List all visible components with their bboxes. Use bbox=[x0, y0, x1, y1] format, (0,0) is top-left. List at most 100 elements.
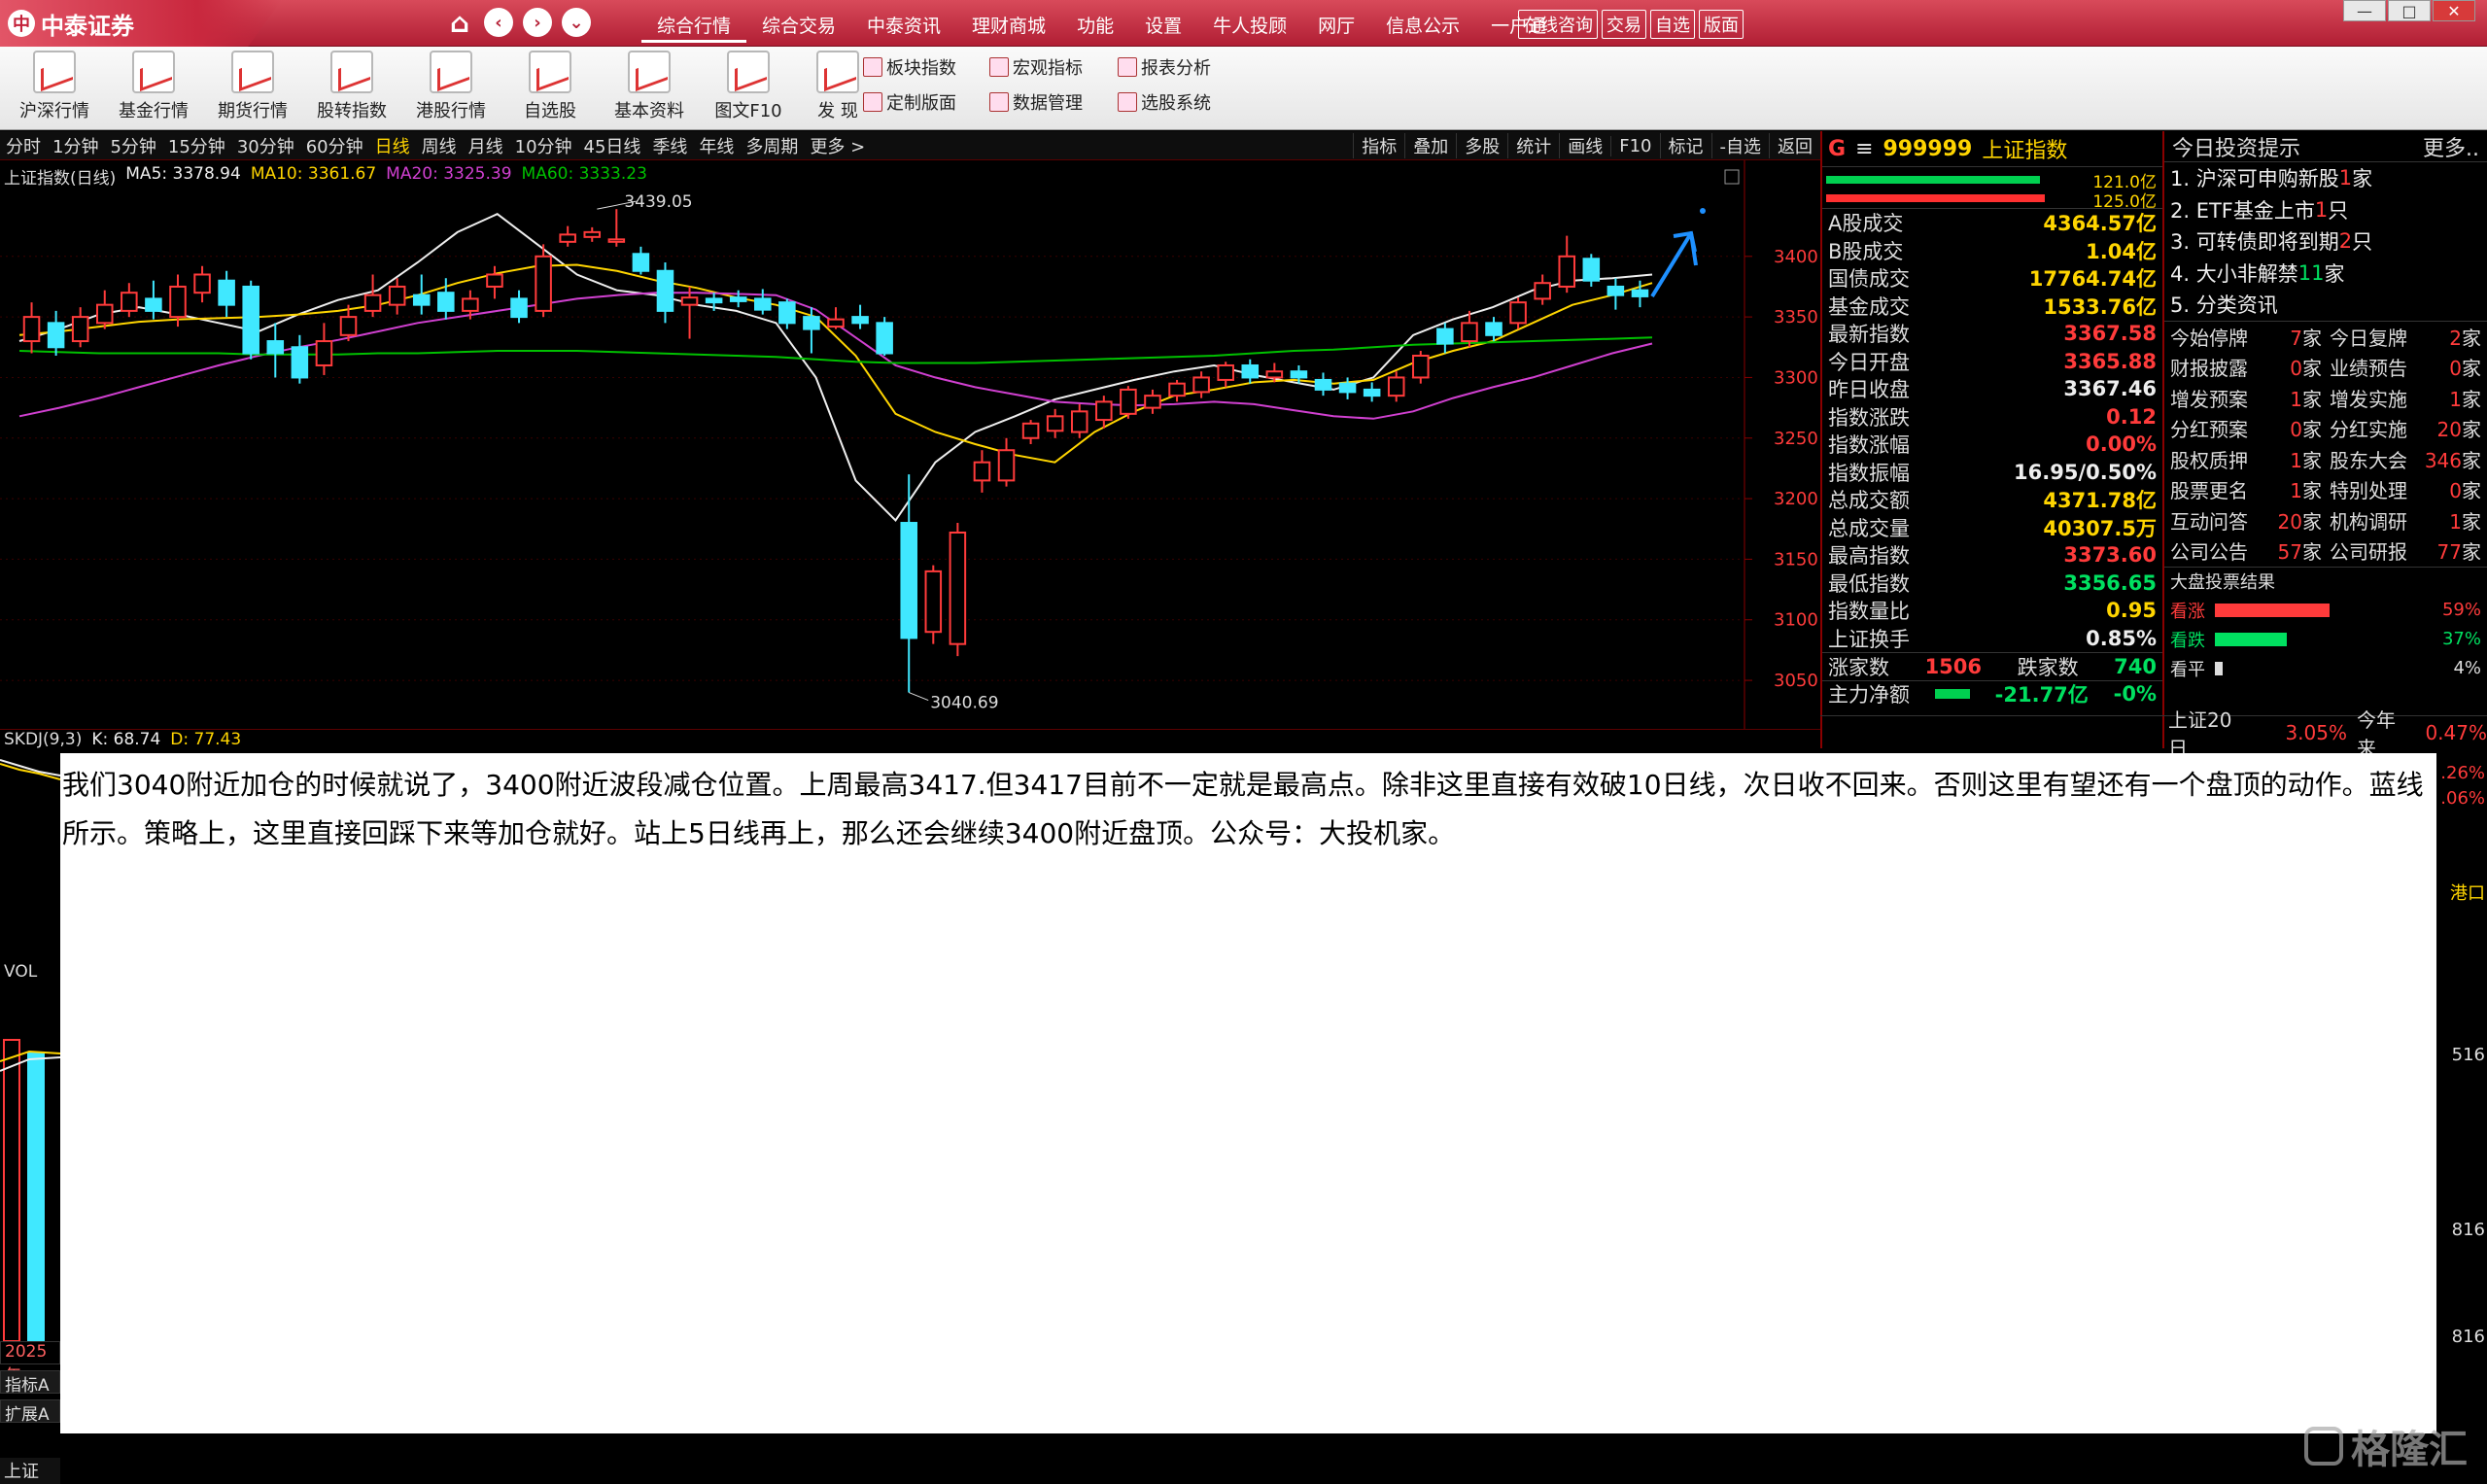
bottom-tab[interactable]: 上证 bbox=[0, 1458, 60, 1484]
chart-tool-7[interactable]: -自选 bbox=[1710, 133, 1770, 158]
side-button-2[interactable]: 扩展A bbox=[0, 1399, 60, 1425]
kline-chart[interactable]: 3400 3350 3300 3250 3200 3150 3100 3050 3439.05 3… bbox=[0, 160, 1820, 729]
chart-tool-3[interactable]: 统计 bbox=[1507, 133, 1559, 158]
tip-item-4[interactable]: 5. 分类资讯 bbox=[2164, 289, 2487, 321]
menu-item-5[interactable]: 设置 bbox=[1129, 10, 1197, 43]
chart-tool-1[interactable]: 叠加 bbox=[1404, 133, 1456, 158]
period-tab-14[interactable]: 更多 > bbox=[804, 133, 871, 158]
period-tab-0[interactable]: 分时 bbox=[0, 133, 47, 158]
maximize-icon[interactable]: □ bbox=[2388, 0, 2431, 21]
toolbar-button-1[interactable]: 基金行情 bbox=[107, 51, 200, 126]
menu-item-4[interactable]: 功能 bbox=[1061, 10, 1129, 43]
title-button-3[interactable]: 版面 bbox=[1699, 10, 1744, 39]
toolbar-button-6[interactable]: 基本资料 bbox=[603, 51, 696, 126]
vote-label: 看涨 bbox=[2170, 601, 2205, 622]
tips-more-link[interactable]: 更多.. bbox=[2423, 131, 2479, 162]
watermark-text: 格隆汇 bbox=[2351, 1428, 2468, 1472]
quote-label: 今日开盘 bbox=[1828, 350, 1910, 374]
vote-label: 看跌 bbox=[2170, 630, 2205, 651]
minimize-icon[interactable]: — bbox=[2343, 0, 2386, 21]
period-tab-6[interactable]: 日线 bbox=[369, 133, 416, 158]
home-icon[interactable]: ⌂ bbox=[445, 7, 474, 39]
side-button-1[interactable]: 指标A bbox=[0, 1370, 60, 1396]
period-tab-2[interactable]: 5分钟 bbox=[104, 133, 161, 158]
toolbar-small-label: 定制版面 bbox=[886, 93, 956, 114]
chart-tool-5[interactable]: F10 bbox=[1610, 135, 1659, 156]
event-value: 20家 bbox=[2278, 506, 2322, 535]
menu-item-8[interactable]: 信息公示 bbox=[1370, 10, 1475, 43]
tip-item-1[interactable]: 2. ETF基金上市 1 只 bbox=[2164, 194, 2487, 226]
event-cell[interactable]: 互动问答 20家 bbox=[2166, 506, 2326, 535]
period-tab-7[interactable]: 周线 bbox=[416, 133, 463, 158]
chart-tool-2[interactable]: 多股 bbox=[1456, 133, 1507, 158]
event-cell[interactable]: 股票更名 1家 bbox=[2166, 475, 2326, 503]
toolbar-small-3[interactable]: 定制版面 bbox=[863, 89, 956, 115]
fall-count: 740 bbox=[2114, 654, 2157, 678]
chevron-down-icon[interactable]: ⌄ bbox=[562, 8, 591, 37]
period-tab-5[interactable]: 60分钟 bbox=[300, 133, 369, 158]
title-button-0[interactable]: 在线咨询 bbox=[1518, 10, 1598, 39]
title-button-2[interactable]: 自选 bbox=[1650, 10, 1695, 39]
chart-tool-0[interactable]: 指标 bbox=[1353, 133, 1404, 158]
quote-label: 最新指数 bbox=[1828, 323, 1910, 347]
event-cell[interactable]: 股权质押 1家 bbox=[2166, 445, 2326, 473]
tip-item-0[interactable]: 1. 沪深可申购新股 1家 bbox=[2164, 162, 2487, 194]
event-cell[interactable]: 股东大会 346家 bbox=[2326, 445, 2485, 473]
toolbar-small-0[interactable]: 板块指数 bbox=[863, 54, 956, 80]
event-cell[interactable]: 增发实施 1家 bbox=[2326, 384, 2485, 412]
chart-tool-6[interactable]: 标记 bbox=[1659, 133, 1711, 158]
toolbar-small-icon bbox=[863, 57, 882, 77]
menu-item-6[interactable]: 牛人投顾 bbox=[1197, 10, 1302, 43]
event-cell[interactable]: 分红预案 0家 bbox=[2166, 414, 2326, 442]
chart-tool-4[interactable]: 画线 bbox=[1559, 133, 1610, 158]
toolbar-small-1[interactable]: 宏观指标 bbox=[989, 54, 1083, 80]
event-cell[interactable]: 今日复牌 2家 bbox=[2326, 323, 2485, 351]
event-cell[interactable]: 公司研报 77家 bbox=[2326, 536, 2485, 565]
period-tab-8[interactable]: 月线 bbox=[463, 133, 509, 158]
event-cell[interactable]: 财报披露 0家 bbox=[2166, 353, 2326, 381]
menu-item-1[interactable]: 综合交易 bbox=[746, 10, 851, 43]
event-cell[interactable]: 公司公告 57家 bbox=[2166, 536, 2326, 565]
event-cell[interactable]: 今始停牌 7家 bbox=[2166, 323, 2326, 351]
menu-item-2[interactable]: 中泰资讯 bbox=[851, 10, 956, 43]
period-tab-3[interactable]: 15分钟 bbox=[162, 133, 231, 158]
menu-item-3[interactable]: 理财商城 bbox=[956, 10, 1061, 43]
period-tab-1[interactable]: 1分钟 bbox=[47, 133, 104, 158]
event-cell[interactable]: 机构调研 1家 bbox=[2326, 506, 2485, 535]
toolbar-button-2[interactable]: 期货行情 bbox=[206, 51, 299, 126]
period-tab-4[interactable]: 30分钟 bbox=[231, 133, 300, 158]
event-cell[interactable]: 分红实施 20家 bbox=[2326, 414, 2485, 442]
menu-icon[interactable]: ≡ bbox=[1855, 137, 1873, 161]
chart-tool-8[interactable]: 返回 bbox=[1769, 133, 1820, 158]
menu-item-0[interactable]: 综合行情 bbox=[641, 10, 747, 43]
forward-icon[interactable]: › bbox=[523, 8, 552, 37]
toolbar-button-0[interactable]: 沪深行情 bbox=[8, 51, 101, 126]
event-cell[interactable]: 特别处理 0家 bbox=[2326, 475, 2485, 503]
period-tab-10[interactable]: 45日线 bbox=[578, 133, 647, 158]
toolbar-button-5[interactable]: 自选股 bbox=[503, 51, 597, 126]
tip-item-3[interactable]: 4. 大小非解禁 11 家 bbox=[2164, 258, 2487, 290]
app-logo: 中 中泰证券 bbox=[8, 6, 134, 41]
candle-body bbox=[973, 461, 991, 482]
tip-item-2[interactable]: 3. 可转债即将到期 2 只 bbox=[2164, 225, 2487, 258]
period-tab-13[interactable]: 多周期 bbox=[740, 133, 804, 158]
event-cell[interactable]: 增发预案 1家 bbox=[2166, 384, 2326, 412]
toolbar-small-5[interactable]: 选股系统 bbox=[1118, 89, 1211, 115]
toolbar-button-7[interactable]: 图文F10 bbox=[702, 51, 795, 126]
event-cell[interactable]: 业绩预告 0家 bbox=[2326, 353, 2485, 381]
period-tab-9[interactable]: 10分钟 bbox=[509, 133, 578, 158]
tip-count: 1 bbox=[2314, 197, 2329, 222]
side-button-0[interactable]: 2025年 bbox=[0, 1341, 60, 1386]
menu-item-7[interactable]: 网厅 bbox=[1302, 10, 1370, 43]
toolbar-button-4[interactable]: 港股行情 bbox=[404, 51, 498, 126]
quote-row-0: A股成交 4364.57亿 bbox=[1822, 209, 2162, 237]
period-tab-11[interactable]: 季线 bbox=[646, 133, 693, 158]
toolbar-small-4[interactable]: 数据管理 bbox=[989, 89, 1083, 115]
toolbar-button-3[interactable]: 股转指数 bbox=[305, 51, 398, 126]
close-icon[interactable]: ✕ bbox=[2433, 0, 2475, 21]
period-tab-12[interactable]: 年线 bbox=[693, 133, 740, 158]
back-icon[interactable]: ‹ bbox=[484, 8, 513, 37]
candle-body bbox=[218, 279, 235, 306]
toolbar-small-2[interactable]: 报表分析 bbox=[1118, 54, 1211, 80]
title-button-1[interactable]: 交易 bbox=[1602, 10, 1646, 39]
